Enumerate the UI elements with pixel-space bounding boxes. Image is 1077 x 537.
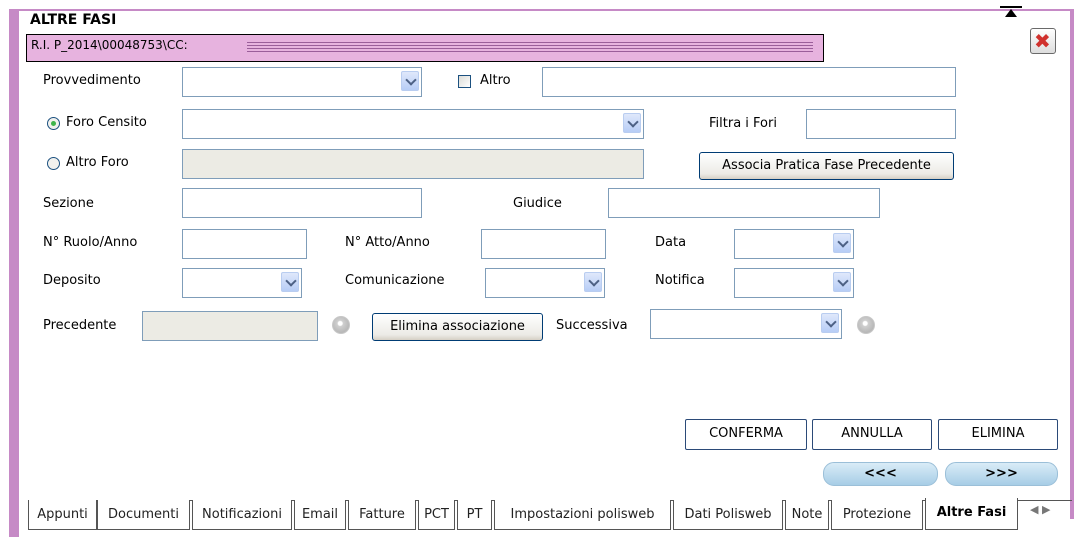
filtra-fori-label: Filtra i Fori (709, 116, 777, 131)
chevron-down-icon[interactable] (584, 272, 602, 292)
tab-documenti[interactable]: Documenti (97, 500, 190, 530)
provvedimento-select[interactable] (182, 67, 422, 97)
precedente-input[interactable] (142, 311, 318, 341)
giudice-input[interactable] (608, 188, 880, 218)
tab-altre-fasi[interactable]: Altre Fasi (925, 498, 1018, 530)
altro-foro-input[interactable] (182, 149, 644, 179)
notifica-label: Notifica (655, 273, 705, 288)
filtra-fori-input[interactable] (806, 109, 956, 139)
riferimento-pratica: R.I. P_2014\00048753\CC: (26, 34, 824, 62)
collapse-icon[interactable] (996, 6, 1026, 18)
foro-censito-select[interactable] (182, 109, 644, 139)
chevron-down-icon[interactable] (833, 233, 851, 253)
tab-scroll-arrows[interactable]: ◀ ▶ (1030, 503, 1050, 516)
altro-checkbox[interactable] (458, 75, 471, 88)
tab-appunti[interactable]: Appunti (28, 500, 97, 530)
data-select[interactable] (734, 229, 854, 259)
comunicazione-label: Comunicazione (345, 273, 445, 288)
atto-input[interactable] (481, 229, 606, 259)
tab-strip: Appunti Documenti Notificazioni Email Fa… (28, 498, 1028, 532)
tab-note[interactable]: Note (785, 500, 829, 530)
tab-notificazioni[interactable]: Notificazioni (192, 500, 292, 530)
notifica-select[interactable] (734, 268, 854, 298)
successiva-select[interactable] (650, 309, 842, 339)
altre-fasi-panel: ALTRE FASI R.I. P_2014\00048753\CC: Prov… (0, 0, 1077, 537)
tab-fatture[interactable]: Fatture (348, 500, 416, 530)
frame-border-right (1070, 9, 1074, 519)
annulla-button[interactable]: ANNULLA (812, 419, 932, 450)
altro-foro-label: Altro Foro (66, 155, 129, 170)
chevron-down-icon[interactable] (281, 272, 299, 292)
altro-input[interactable] (542, 67, 956, 97)
foro-censito-label: Foro Censito (66, 115, 147, 130)
frame-border-top (9, 9, 1074, 11)
comunicazione-select[interactable] (485, 268, 605, 298)
chevron-down-icon[interactable] (623, 113, 641, 133)
data-label: Data (655, 235, 687, 250)
sezione-label: Sezione (43, 196, 94, 211)
successiva-label: Successiva (556, 318, 628, 333)
riferimento-lines (247, 42, 813, 54)
precedente-open-icon[interactable] (332, 316, 350, 334)
associa-pratica-button[interactable]: Associa Pratica Fase Precedente (699, 152, 954, 180)
sezione-input[interactable] (182, 188, 422, 218)
tab-dati-polisweb[interactable]: Dati Polisweb (673, 500, 783, 530)
frame-border-left (9, 9, 19, 537)
successiva-open-icon[interactable] (857, 316, 875, 334)
altro-label: Altro (480, 73, 511, 88)
tab-email[interactable]: Email (294, 500, 346, 530)
conferma-button[interactable]: CONFERMA (685, 419, 807, 450)
atto-label: N° Atto/Anno (345, 235, 430, 250)
ruolo-input[interactable] (182, 229, 307, 259)
tab-protezione[interactable]: Protezione (831, 500, 923, 530)
provvedimento-label: Provvedimento (43, 73, 141, 88)
prev-record-button[interactable]: <<< (823, 462, 938, 486)
giudice-label: Giudice (513, 196, 562, 211)
precedente-label: Precedente (43, 318, 117, 333)
chevron-down-icon[interactable] (401, 71, 419, 91)
foro-censito-radio[interactable] (47, 117, 60, 130)
chevron-down-icon[interactable] (833, 272, 851, 292)
tab-impostazioni-polisweb[interactable]: Impostazioni polisweb (494, 500, 671, 530)
riferimento-text: R.I. P_2014\00048753\CC: (31, 38, 188, 52)
chevron-down-icon[interactable] (821, 313, 839, 333)
ruolo-label: N° Ruolo/Anno (43, 235, 138, 250)
tab-pt[interactable]: PT (457, 500, 492, 530)
elimina-associazione-button[interactable]: Elimina associazione (372, 313, 543, 341)
elimina-button[interactable]: ELIMINA (938, 419, 1058, 450)
next-record-button[interactable]: >>> (945, 462, 1058, 486)
tab-pct[interactable]: PCT (418, 500, 455, 530)
altro-foro-radio[interactable] (47, 157, 60, 170)
deposito-select[interactable] (182, 268, 302, 298)
deposito-label: Deposito (43, 273, 101, 288)
panel-title: ALTRE FASI (30, 12, 117, 28)
close-icon[interactable] (1030, 28, 1056, 54)
